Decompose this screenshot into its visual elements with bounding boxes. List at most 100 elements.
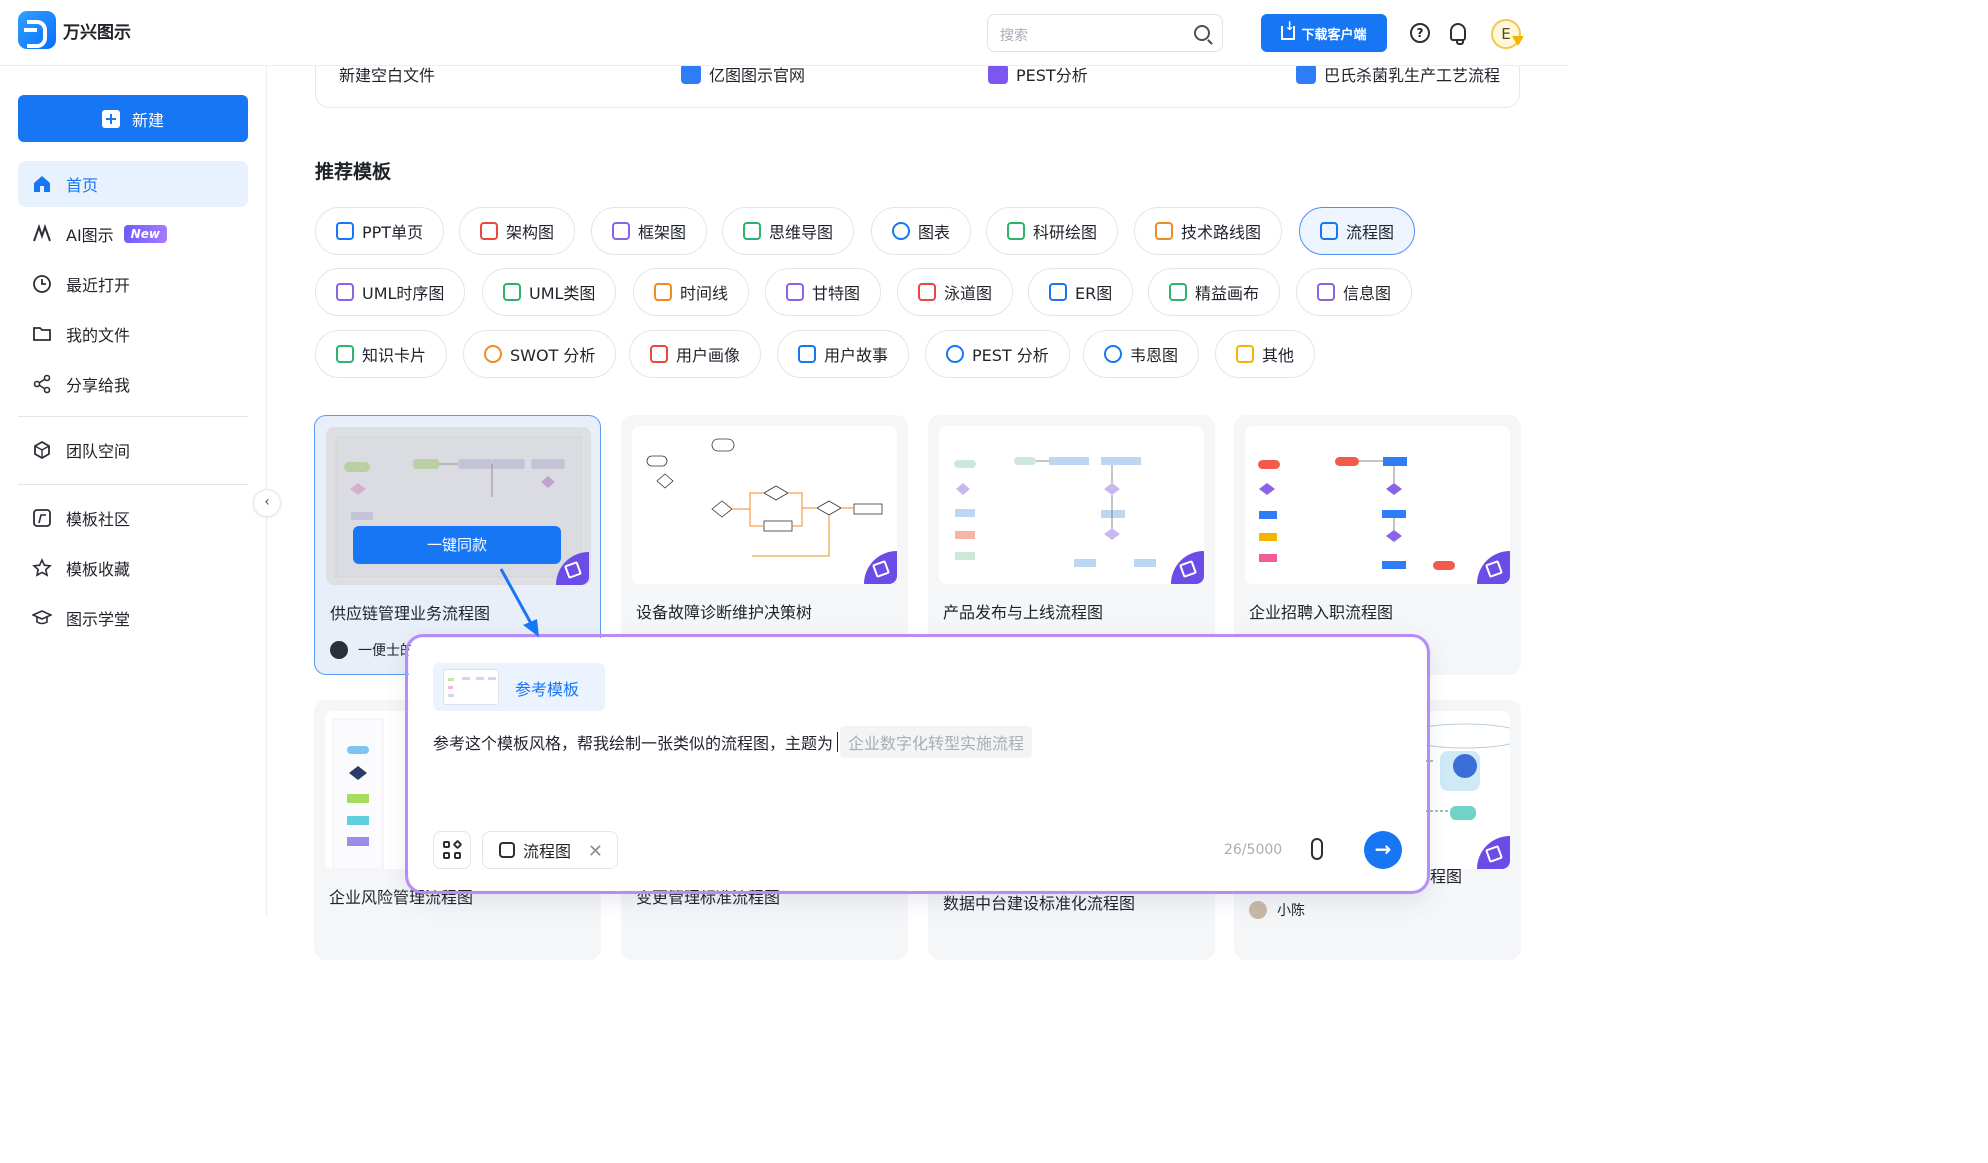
- search-icon[interactable]: [1194, 25, 1210, 41]
- chip-label: 图表: [918, 223, 951, 242]
- help-icon[interactable]: ?: [1410, 23, 1430, 43]
- category-chip[interactable]: 框架图: [591, 207, 708, 255]
- chip-label: 科研绘图: [1033, 223, 1098, 242]
- send-button[interactable]: →: [1364, 831, 1402, 869]
- architecture-icon: [480, 222, 498, 240]
- category-chip[interactable]: 图表: [871, 207, 972, 255]
- reference-template-chip[interactable]: 参考模板: [433, 663, 605, 711]
- category-chip[interactable]: 用户故事: [777, 330, 910, 378]
- sidebar-item-ai[interactable]: AI图示 New: [18, 211, 248, 257]
- chip-label: 其他: [1262, 346, 1295, 365]
- download-client-button[interactable]: 下载客户端: [1261, 14, 1387, 52]
- category-chip[interactable]: PEST 分析: [925, 330, 1070, 378]
- bell-icon[interactable]: [1450, 23, 1466, 45]
- chip-label: 甘特图: [812, 284, 861, 303]
- category-chip[interactable]: 甘特图: [765, 268, 882, 316]
- ai-prompt-composer: 参考模板 参考这个模板风格，帮我绘制一张类似的流程图，主题为 企业数字化转型实施…: [407, 636, 1428, 892]
- new-badge: New: [123, 225, 167, 243]
- chip-label: ER图: [1075, 284, 1113, 303]
- text-cursor: [837, 732, 839, 752]
- category-chip[interactable]: SWOT 分析: [463, 330, 617, 378]
- sidebar-item-template-community[interactable]: 模板社区: [18, 495, 248, 541]
- chip-label: 用户故事: [824, 346, 889, 365]
- infographic-icon: [1317, 283, 1335, 301]
- category-chip[interactable]: 其他: [1215, 330, 1316, 378]
- use-same-template-button[interactable]: 一键同款: [353, 526, 561, 564]
- category-chip[interactable]: 泳道图: [897, 268, 1014, 316]
- swimlane-icon: [918, 283, 936, 301]
- persona-icon: [650, 345, 668, 363]
- close-icon[interactable]: ✕: [588, 841, 603, 862]
- sidebar-item-favorites[interactable]: 模板收藏: [18, 545, 248, 591]
- folder-icon: [32, 324, 52, 344]
- share-icon: [32, 374, 52, 394]
- search-box[interactable]: 搜索: [987, 14, 1223, 52]
- team-icon: [32, 440, 52, 460]
- prompt-input[interactable]: 参考这个模板风格，帮我绘制一张类似的流程图，主题为 企业数字化转型实施流程: [433, 726, 1033, 758]
- reference-label: 参考模板: [515, 680, 580, 699]
- template-author: 一便士的: [330, 640, 414, 660]
- search-input[interactable]: 搜索: [1000, 25, 1028, 45]
- sidebar-item-label: 分享给我: [66, 376, 131, 395]
- chip-label: 技术路线图: [1181, 223, 1262, 242]
- chart-icon: [892, 222, 910, 240]
- sidebar-item-team[interactable]: 团队空间: [18, 427, 248, 473]
- category-chip[interactable]: 用户画像: [629, 330, 762, 378]
- char-counter: 26/5000: [1224, 842, 1283, 858]
- category-chip[interactable]: UML时序图: [315, 268, 466, 316]
- category-chip[interactable]: 知识卡片: [315, 330, 448, 378]
- diagram-type-chip[interactable]: 流程图 ✕: [482, 831, 618, 869]
- category-chip[interactable]: ER图: [1028, 268, 1134, 316]
- sidebar-item-label: 团队空间: [66, 442, 131, 461]
- category-chip[interactable]: UML类图: [482, 268, 617, 316]
- sidebar-item-label: 模板收藏: [66, 560, 131, 579]
- category-chip[interactable]: 架构图: [459, 207, 576, 255]
- chip-label: SWOT 分析: [510, 346, 596, 365]
- category-chip[interactable]: 信息图: [1296, 268, 1413, 316]
- swot-icon: [484, 345, 502, 363]
- chip-label: 思维导图: [769, 223, 834, 242]
- category-chip[interactable]: 技术路线图: [1134, 207, 1283, 255]
- topic-placeholder[interactable]: 企业数字化转型实施流程: [840, 726, 1033, 758]
- sidebar-divider: [18, 416, 248, 417]
- chip-label: 泳道图: [944, 284, 993, 303]
- research-icon: [1007, 222, 1025, 240]
- sidebar-item-home[interactable]: 首页: [18, 161, 248, 207]
- category-chip[interactable]: PPT单页: [315, 207, 445, 255]
- category-chip-active[interactable]: 流程图: [1299, 207, 1416, 255]
- grid-icon: [443, 841, 450, 848]
- grid-apps-button[interactable]: [433, 831, 471, 869]
- knowledge-card-icon: [336, 345, 354, 363]
- plus-icon: [101, 109, 120, 128]
- lean-canvas-icon: [1169, 283, 1187, 301]
- diagram-type-label: 流程图: [523, 842, 572, 861]
- chip-label: 信息图: [1343, 284, 1392, 303]
- category-chip[interactable]: 韦恩图: [1083, 330, 1200, 378]
- sidebar: 新建 首页 AI图示 New 最近打开 我的文件 分享给我 团队空间 模板社区 …: [0, 66, 267, 917]
- chip-label: UML时序图: [362, 284, 445, 303]
- category-chip[interactable]: 时间线: [633, 268, 750, 316]
- sidebar-item-my-files[interactable]: 我的文件: [18, 311, 248, 357]
- app-logo[interactable]: [18, 11, 56, 49]
- gantt-icon: [786, 283, 804, 301]
- timeline-icon: [654, 283, 672, 301]
- other-icon: [1236, 345, 1254, 363]
- academy-icon: [31, 608, 53, 628]
- sidebar-item-label: 我的文件: [66, 326, 131, 345]
- category-chip[interactable]: 科研绘图: [986, 207, 1119, 255]
- category-chip[interactable]: 精益画布: [1148, 268, 1281, 316]
- user-story-icon: [798, 345, 816, 363]
- sidebar-item-recent[interactable]: 最近打开: [18, 261, 248, 307]
- user-avatar[interactable]: E: [1491, 19, 1521, 49]
- chip-label: 知识卡片: [362, 346, 427, 365]
- author-name: 小陈: [1277, 903, 1305, 919]
- category-chip[interactable]: 思维导图: [722, 207, 855, 255]
- collapse-sidebar-button[interactable]: ‹: [253, 489, 281, 517]
- grid-icon: [452, 839, 463, 850]
- diagram-file-icon: [1296, 64, 1316, 84]
- author-avatar: [330, 641, 348, 659]
- new-button[interactable]: 新建: [18, 95, 248, 142]
- sidebar-item-academy[interactable]: 图示学堂: [18, 595, 248, 641]
- attachment-icon[interactable]: [1311, 838, 1323, 860]
- sidebar-item-shared[interactable]: 分享给我: [18, 361, 248, 407]
